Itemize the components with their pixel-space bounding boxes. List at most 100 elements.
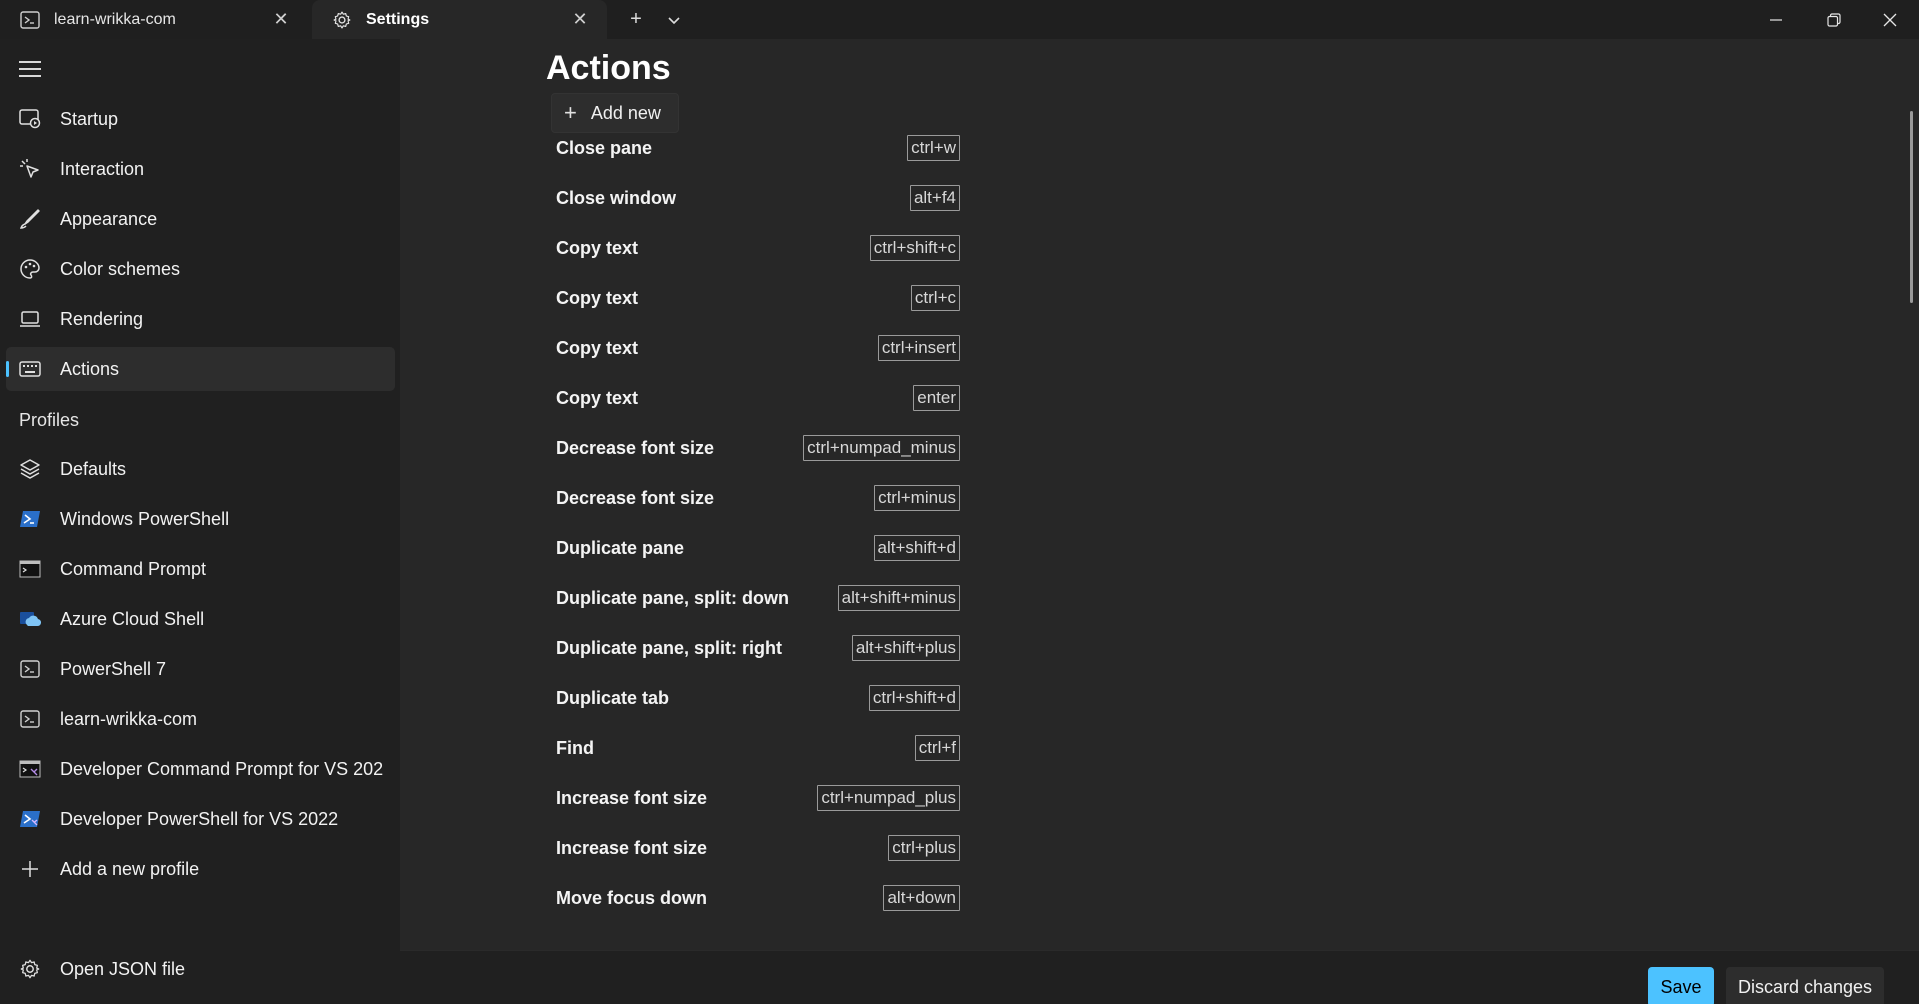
sidebar-item-label: Actions: [60, 358, 120, 379]
sidebar-item-actions[interactable]: Actions: [6, 347, 395, 391]
tab-label: learn-wrikka-com: [54, 10, 176, 28]
palette-icon: [18, 257, 42, 281]
terminal-icon: [18, 707, 42, 731]
keyboard-icon: [18, 357, 42, 381]
sidebar-item-powershell-7[interactable]: PowerShell 7: [6, 647, 395, 691]
sidebar-item-learn-wrikka-com[interactable]: learn-wrikka-com: [6, 697, 395, 741]
action-row[interactable]: Move focus down alt+down: [556, 883, 960, 913]
keychord-badge: ctrl+numpad_minus: [803, 435, 960, 461]
sidebar-item-developer-command-prompt[interactable]: Developer Command Prompt for VS 202: [6, 747, 395, 791]
action-name: Move focus down: [556, 887, 708, 908]
action-name: Copy text: [556, 287, 639, 308]
action-name: Duplicate pane, split: right: [556, 637, 783, 658]
sidebar-item-startup[interactable]: Startup: [6, 97, 395, 141]
action-name: Decrease font size: [556, 487, 715, 508]
keychord-badge: ctrl+shift+c: [869, 235, 960, 261]
keychord-badge: alt+down: [883, 885, 960, 911]
minimize-button[interactable]: [1747, 0, 1805, 39]
sidebar-item-color-schemes[interactable]: Color schemes: [6, 247, 395, 291]
action-row[interactable]: Duplicate tab ctrl+shift+d: [556, 683, 960, 713]
action-row[interactable]: Decrease font size ctrl+minus: [556, 483, 960, 513]
tab-learn-wrikka-com[interactable]: learn-wrikka-com ✕: [0, 0, 308, 39]
action-name: Copy text: [556, 387, 639, 408]
action-name: Close window: [556, 187, 677, 208]
powershell-icon: [18, 507, 42, 531]
dev-cmd-icon: [18, 757, 42, 781]
sidebar-item-label: Open JSON file: [60, 958, 186, 979]
action-row[interactable]: Duplicate pane alt+shift+d: [556, 533, 960, 563]
cursor-icon: [18, 157, 42, 181]
action-row[interactable]: Copy text ctrl+shift+c: [556, 233, 960, 263]
action-row[interactable]: Close window alt+f4: [556, 183, 960, 213]
keychord-badge: alt+shift+minus: [837, 585, 960, 611]
sidebar-item-label: Defaults: [60, 458, 127, 479]
sidebar-item-label: Command Prompt: [60, 558, 207, 579]
sidebar-item-label: Color schemes: [60, 258, 181, 279]
sidebar-item-appearance[interactable]: Appearance: [6, 197, 395, 241]
sidebar-item-command-prompt[interactable]: Command Prompt: [6, 547, 395, 591]
action-row[interactable]: Copy text ctrl+insert: [556, 333, 960, 363]
sidebar-item-interaction[interactable]: Interaction: [6, 147, 395, 191]
scrollbar[interactable]: [1910, 111, 1913, 303]
terminal-icon: [18, 657, 42, 681]
action-name: Increase font size: [556, 837, 708, 858]
keychord-badge: enter: [913, 385, 960, 411]
add-new-profile-button[interactable]: Add a new profile: [6, 847, 395, 891]
sidebar-item-rendering[interactable]: Rendering: [6, 297, 395, 341]
discard-changes-button[interactable]: Discard changes: [1726, 967, 1884, 1004]
action-row[interactable]: Decrease font size ctrl+numpad_minus: [556, 433, 960, 463]
action-name: Duplicate pane, split: down: [556, 587, 790, 608]
footer-bar: Save Discard changes: [400, 950, 1919, 1004]
add-new-label: Add new: [590, 102, 661, 123]
gear-icon: [18, 957, 42, 981]
close-icon[interactable]: ✕: [565, 5, 595, 35]
keychord-badge: alt+shift+plus: [851, 635, 960, 661]
title-bar: learn-wrikka-com ✕ Settings ✕ +: [0, 0, 1919, 39]
action-name: Copy text: [556, 337, 639, 358]
action-name: Duplicate pane: [556, 537, 685, 558]
sidebar-item-label: Developer Command Prompt for VS 202: [60, 758, 384, 779]
laptop-icon: [18, 307, 42, 331]
action-row[interactable]: Increase font size ctrl+numpad_plus: [556, 783, 960, 813]
sidebar-item-label: Startup: [60, 108, 119, 129]
layers-icon: [18, 457, 42, 481]
restore-button[interactable]: [1805, 0, 1863, 39]
sidebar-item-windows-powershell[interactable]: Windows PowerShell: [6, 497, 395, 541]
plus-icon: +: [630, 8, 642, 30]
action-row[interactable]: Copy text enter: [556, 383, 960, 413]
plus-icon: +: [564, 100, 577, 125]
save-button[interactable]: Save: [1648, 967, 1714, 1004]
tab-dropdown-button[interactable]: [654, 0, 694, 39]
tab-settings[interactable]: Settings ✕: [312, 0, 607, 39]
minimize-icon: [1770, 18, 1782, 21]
action-row[interactable]: Close pane ctrl+w: [556, 133, 960, 163]
hamburger-menu-icon[interactable]: [18, 57, 42, 81]
action-row[interactable]: Copy text ctrl+c: [556, 283, 960, 313]
sidebar-item-label: Rendering: [60, 308, 144, 329]
new-tab-button[interactable]: +: [616, 0, 656, 39]
sidebar-item-label: Appearance: [60, 208, 158, 229]
action-name: Close pane: [556, 137, 653, 158]
sidebar-item-label: Interaction: [60, 158, 145, 179]
keychord-badge: ctrl+f: [914, 735, 960, 761]
plus-icon: [18, 857, 42, 881]
open-json-file-button[interactable]: Open JSON file: [6, 947, 395, 991]
action-row[interactable]: Find ctrl+f: [556, 733, 960, 763]
action-name: Increase font size: [556, 787, 708, 808]
restore-icon: [1827, 12, 1841, 27]
startup-icon: [18, 107, 42, 131]
chevron-down-icon: [668, 16, 680, 24]
sidebar-item-defaults[interactable]: Defaults: [6, 447, 395, 491]
keychord-badge: ctrl+c: [910, 285, 960, 311]
close-window-button[interactable]: [1861, 0, 1919, 39]
add-new-button[interactable]: + Add new: [551, 93, 679, 133]
sidebar-item-azure-cloud-shell[interactable]: Azure Cloud Shell: [6, 597, 395, 641]
action-row[interactable]: Duplicate pane, split: right alt+shift+pl…: [556, 633, 960, 663]
action-name: Duplicate tab: [556, 687, 670, 708]
close-icon[interactable]: ✕: [266, 5, 296, 35]
action-row[interactable]: Increase font size ctrl+plus: [556, 833, 960, 863]
sidebar-item-label: Windows PowerShell: [60, 508, 230, 529]
action-row[interactable]: Duplicate pane, split: down alt+shift+min…: [556, 583, 960, 613]
sidebar-item-developer-powershell[interactable]: Developer PowerShell for VS 2022: [6, 797, 395, 841]
sidebar-item-label: PowerShell 7: [60, 658, 167, 679]
